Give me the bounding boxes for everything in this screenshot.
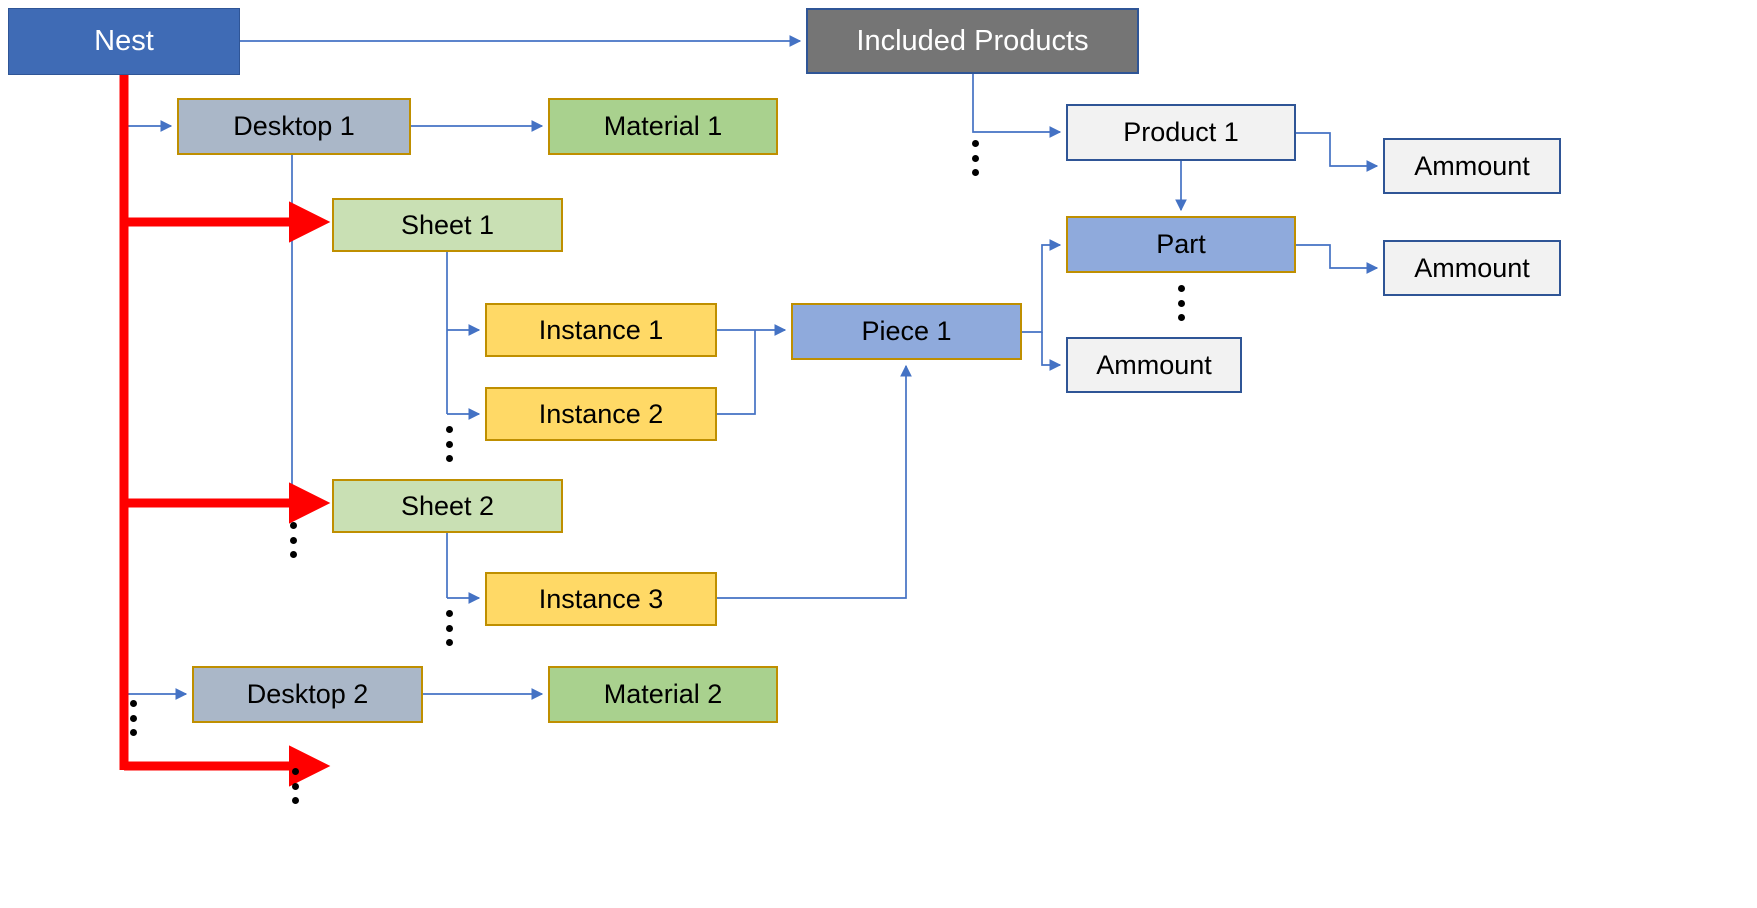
- node-included-products-label: Included Products: [856, 24, 1089, 57]
- node-desktop-1[interactable]: Desktop 1: [177, 98, 411, 155]
- node-part[interactable]: Part: [1066, 216, 1296, 273]
- node-ammount-piece-label: Ammount: [1096, 349, 1212, 380]
- ellipsis-more-sheets-icon: [287, 522, 299, 558]
- node-sheet-2-label: Sheet 2: [400, 490, 495, 521]
- edge-product1-to-ammount1: [1296, 132, 1379, 172]
- node-sheet-1[interactable]: Sheet 1: [332, 198, 563, 252]
- flowchart-canvas: Nest Included Products Desktop 1 Materia…: [0, 0, 1757, 908]
- ellipsis-more-products-icon: [969, 140, 981, 176]
- node-product-1[interactable]: Product 1: [1066, 104, 1296, 161]
- edge-nest-to-desktop1: [123, 75, 173, 132]
- node-instance-2-label: Instance 2: [538, 398, 664, 429]
- node-part-label: Part: [1156, 229, 1206, 260]
- node-ammount-part[interactable]: Ammount: [1383, 240, 1561, 296]
- node-sheet-2[interactable]: Sheet 2: [332, 479, 563, 533]
- node-desktop-2[interactable]: Desktop 2: [192, 666, 423, 723]
- node-material-1-label: Material 1: [603, 111, 723, 142]
- node-sheet-1-label: Sheet 1: [400, 209, 495, 240]
- node-ammount-product[interactable]: Ammount: [1383, 138, 1561, 194]
- node-nest[interactable]: Nest: [8, 8, 240, 75]
- node-material-1[interactable]: Material 1: [548, 98, 778, 155]
- node-ammount-piece[interactable]: Ammount: [1066, 337, 1242, 393]
- node-piece-1[interactable]: Piece 1: [791, 303, 1022, 360]
- edge-included-to-product1: [972, 74, 1062, 138]
- ellipsis-more-instances-sheet2-icon: [443, 610, 455, 646]
- node-instance-2[interactable]: Instance 2: [485, 387, 717, 441]
- ellipsis-more-desktops-icon: [127, 700, 139, 736]
- edge-instance2-to-junction: [717, 330, 756, 415]
- node-instance-3-label: Instance 3: [538, 583, 664, 614]
- node-piece-1-label: Piece 1: [861, 316, 952, 347]
- ellipsis-more-sheets-bottom-icon: [289, 768, 301, 804]
- node-material-2[interactable]: Material 2: [548, 666, 778, 723]
- node-ammount-part-label: Ammount: [1414, 252, 1530, 283]
- ellipsis-more-instances-sheet1-icon: [443, 426, 455, 462]
- node-ammount-product-label: Ammount: [1414, 150, 1530, 181]
- node-nest-label: Nest: [94, 25, 154, 58]
- node-product-1-label: Product 1: [1123, 117, 1239, 148]
- node-material-2-label: Material 2: [603, 679, 723, 710]
- edge-part-to-ammount2: [1296, 244, 1379, 274]
- edge-instance3-to-piece1: [717, 364, 912, 599]
- node-desktop-1-label: Desktop 1: [233, 111, 355, 142]
- ellipsis-more-parts-icon: [1175, 285, 1187, 321]
- node-instance-3[interactable]: Instance 3: [485, 572, 717, 626]
- node-desktop-2-label: Desktop 2: [246, 679, 369, 710]
- edge-piece1-to-ammount3: [1041, 332, 1062, 371]
- node-instance-1[interactable]: Instance 1: [485, 303, 717, 357]
- node-included-products[interactable]: Included Products: [806, 8, 1139, 74]
- node-instance-1-label: Instance 1: [538, 314, 664, 345]
- edge-piece1-split: [1022, 239, 1062, 333]
